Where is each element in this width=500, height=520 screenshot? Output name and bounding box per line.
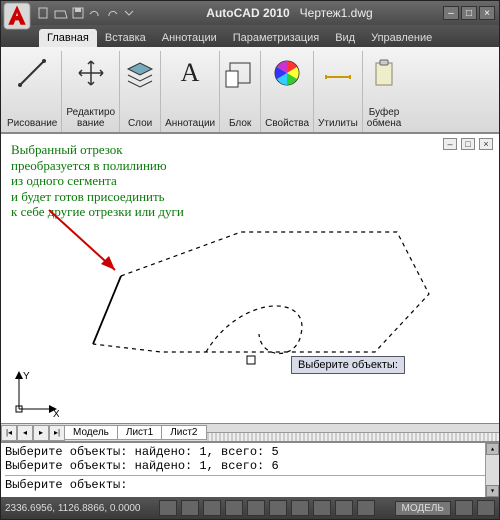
- scroll-up-icon[interactable]: ▴: [486, 443, 499, 455]
- snap-toggle[interactable]: [159, 500, 177, 516]
- tab-annotate[interactable]: Аннотации: [154, 29, 225, 47]
- polar-toggle[interactable]: [225, 500, 243, 516]
- panel-label: Редактиро вание: [66, 106, 115, 132]
- panel-label: Блок: [229, 117, 251, 132]
- panel-label: Свойства: [265, 117, 309, 132]
- ribbon: Рисование Редактиро вание Слои A Аннотац…: [1, 47, 499, 133]
- ducs-toggle[interactable]: [291, 500, 309, 516]
- panel-label: Аннотации: [165, 117, 215, 132]
- svg-text:Y: Y: [23, 371, 30, 382]
- measure-icon: [322, 57, 354, 89]
- panel-label: Утилиты: [318, 117, 358, 132]
- osnap-toggle[interactable]: [247, 500, 265, 516]
- minimize-button[interactable]: –: [443, 6, 459, 20]
- panel-modify[interactable]: Редактиро вание: [62, 51, 120, 132]
- qp-toggle[interactable]: [357, 500, 375, 516]
- panel-draw[interactable]: Рисование: [3, 51, 62, 132]
- tab-insert[interactable]: Вставка: [97, 29, 154, 47]
- move-icon: [75, 57, 107, 89]
- new-icon[interactable]: [37, 6, 51, 20]
- tab-model[interactable]: Модель: [64, 425, 118, 440]
- layers-icon: [124, 57, 156, 89]
- clipboard-icon: [368, 57, 400, 89]
- ribbon-tabs: Главная Вставка Аннотации Параметризация…: [1, 25, 499, 47]
- close-button[interactable]: ×: [479, 6, 495, 20]
- command-prompt-tooltip: Выберите объекты:: [291, 356, 405, 374]
- qat-dropdown-icon[interactable]: [122, 6, 136, 20]
- ortho-toggle[interactable]: [203, 500, 221, 516]
- cmd-input-line[interactable]: Выберите объекты:: [5, 478, 495, 492]
- grid-toggle[interactable]: [181, 500, 199, 516]
- panel-annotation[interactable]: A Аннотации: [161, 51, 220, 132]
- block-icon: [224, 57, 256, 89]
- panel-label: Слои: [128, 117, 152, 132]
- svg-text:X: X: [53, 409, 59, 419]
- coordinates-readout: 2336.6956, 1126.8866, 0.0000: [5, 503, 155, 514]
- drawing-area[interactable]: – □ × Выбранный отрезок преобразуется в …: [1, 133, 499, 441]
- tab-sheet1[interactable]: Лист1: [117, 425, 162, 440]
- status-model-button[interactable]: МОДЕЛЬ: [395, 501, 451, 516]
- color-wheel-icon: [271, 57, 303, 89]
- tab-nav-last-icon[interactable]: ▸|: [49, 425, 65, 441]
- cmd-history-line: Выберите объекты: найдено: 1, всего: 5: [5, 445, 495, 459]
- ucs-icon: Y X: [9, 369, 59, 419]
- maximize-button[interactable]: □: [461, 6, 477, 20]
- line-icon: [16, 57, 48, 89]
- viewport-close-icon[interactable]: ×: [479, 138, 493, 150]
- lwt-toggle[interactable]: [335, 500, 353, 516]
- status-bar: 2336.6956, 1126.8866, 0.0000 МОДЕЛЬ: [1, 497, 499, 519]
- drawing-content: [1, 134, 481, 394]
- window-title: AutoCAD 2010 Чертеж1.dwg: [142, 6, 437, 20]
- dyn-toggle[interactable]: [313, 500, 331, 516]
- status-extra-2[interactable]: [477, 500, 495, 516]
- save-icon[interactable]: [71, 6, 85, 20]
- command-line[interactable]: Выберите объекты: найдено: 1, всего: 5 В…: [1, 441, 499, 497]
- autocad-logo-icon: [3, 2, 31, 30]
- cmd-history-line: Выберите объекты: найдено: 1, всего: 6: [5, 459, 495, 473]
- undo-icon[interactable]: [88, 6, 102, 20]
- tab-manage[interactable]: Управление: [363, 29, 440, 47]
- panel-block[interactable]: Блок: [220, 51, 261, 132]
- tab-home[interactable]: Главная: [39, 29, 97, 47]
- tab-nav-first-icon[interactable]: |◂: [1, 425, 17, 441]
- panel-label: Буфер обмена: [367, 106, 402, 132]
- redo-icon[interactable]: [105, 6, 119, 20]
- tab-sheet2[interactable]: Лист2: [161, 425, 206, 440]
- tab-parametric[interactable]: Параметризация: [225, 29, 327, 47]
- tab-view[interactable]: Вид: [327, 29, 363, 47]
- scroll-down-icon[interactable]: ▾: [486, 485, 499, 497]
- panel-properties[interactable]: Свойства: [261, 51, 314, 132]
- cmd-scrollbar[interactable]: ▴ ▾: [485, 443, 499, 497]
- panel-label: Рисование: [7, 117, 57, 132]
- text-icon: A: [174, 57, 206, 89]
- panel-layers[interactable]: Слои: [120, 51, 161, 132]
- panel-utilities[interactable]: Утилиты: [314, 51, 363, 132]
- panel-clipboard[interactable]: Буфер обмена: [363, 51, 406, 132]
- tab-nav-next-icon[interactable]: ▸: [33, 425, 49, 441]
- layout-tabs: |◂ ◂ ▸ ▸| Модель Лист1 Лист2: [1, 423, 499, 441]
- svg-text:A: A: [181, 58, 200, 87]
- titlebar: AutoCAD 2010 Чертеж1.dwg – □ ×: [1, 1, 499, 25]
- otrack-toggle[interactable]: [269, 500, 287, 516]
- tab-nav-prev-icon[interactable]: ◂: [17, 425, 33, 441]
- quick-access-toolbar: [37, 6, 136, 20]
- status-extra-1[interactable]: [455, 500, 473, 516]
- open-icon[interactable]: [54, 6, 68, 20]
